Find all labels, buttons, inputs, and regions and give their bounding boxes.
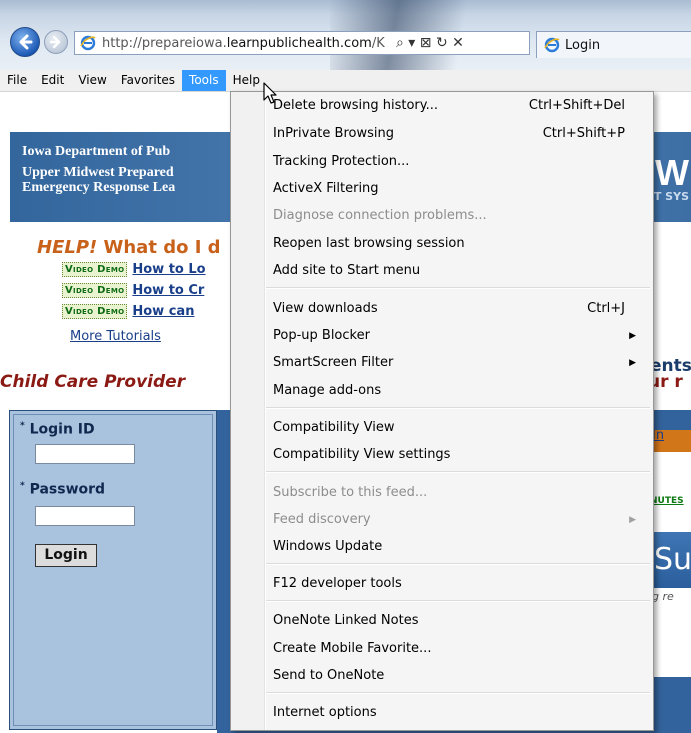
menu-item-delete-browsing-history[interactable]: Delete browsing history... Ctrl+Shift+Del [266,94,653,118]
video-demo-badge[interactable]: Video Demo [62,304,128,319]
menu-item-tracking-protection[interactable]: Tracking Protection... [266,150,653,174]
menu-item-activex-filtering[interactable]: ActiveX Filtering [266,177,653,201]
submenu-arrow-icon: ▶ [629,358,636,368]
address-controls[interactable]: ⌕ ▾ ⊠ ↻ ✕ [396,35,464,51]
forward-button[interactable] [44,30,68,54]
ie-page-icon [80,35,96,51]
demo-link[interactable]: How can [132,304,194,319]
address-url[interactable]: http://prepareiowa.learnpublichealth.com… [102,36,392,51]
menu-item-f12-developer-tools[interactable]: F12 developer tools [266,572,653,596]
password-label: * Password [20,481,106,498]
menubar: File Edit View Favorites Tools Help [0,70,691,92]
back-arrow-icon [19,34,33,50]
menu-item-popup-blocker[interactable]: Pop-up Blocker ▶ [266,324,653,348]
menu-separator [266,471,650,473]
address-bar[interactable]: http://prepareiowa.learnpublichealth.com… [74,31,530,55]
demo-row: Video Demo How to Lo [62,262,206,277]
banner-line-2: Upper Midwest Prepared Emergency Respons… [22,165,176,195]
menu-separator [266,407,650,409]
password-input[interactable] [35,506,135,526]
panel-minutes-link[interactable]: NUTES [650,496,684,506]
menu-help[interactable]: Help [226,70,267,91]
menu-item-add-site-to-start[interactable]: Add site to Start menu [266,259,653,283]
submenu-arrow-icon: ▶ [629,331,636,341]
panel-heading-fragment: ents [650,356,691,376]
menu-item-subscribe-feed: Subscribe to this feed... [273,485,428,500]
menu-item-manage-addons[interactable]: Manage add-ons [266,379,653,403]
menu-favorites[interactable]: Favorites [114,70,182,91]
menu-file[interactable]: File [0,70,34,91]
menu-item-diagnose-connection: Diagnose connection problems... [273,208,487,223]
menu-item-create-mobile-favorite[interactable]: Create Mobile Favorite... [266,637,653,661]
menu-separator [266,692,650,694]
login-form: * Login ID * Password Login [9,410,217,730]
menu-item-view-downloads[interactable]: View downloads Ctrl+J [266,297,653,321]
demo-row: Video Demo How to Cr [62,283,204,298]
login-button[interactable]: Login [35,544,97,567]
video-demo-badge[interactable]: Video Demo [62,262,128,277]
submenu-arrow-icon: ▶ [629,515,636,525]
banner-line-1: Iowa Department of Pub [22,144,171,159]
help-heading: HELP! What do I d [37,237,221,258]
login-id-label: * Login ID [20,421,95,438]
menu-edit[interactable]: Edit [34,70,71,91]
video-demo-badge[interactable]: Video Demo [62,283,128,298]
menu-item-compatibility-view[interactable]: Compatibility View [266,416,653,440]
demo-row: Video Demo How can [62,304,194,319]
menu-item-reopen-last-session[interactable]: Reopen last browsing session [266,232,653,256]
banner-logo-subtext: T SYS [653,190,689,203]
menu-item-inprivate-browsing[interactable]: InPrivate Browsing Ctrl+Shift+P [266,122,653,146]
menu-item-feed-discovery: Feed discovery ▶ [266,508,653,532]
tools-menu: Delete browsing history... Ctrl+Shift+Del… [230,91,654,731]
child-care-provider-heading: Child Care Provider [0,372,186,392]
menu-item-onenote-linked-notes[interactable]: OneNote Linked Notes [266,609,653,633]
back-button[interactable] [10,27,40,57]
menu-tools[interactable]: Tools [182,70,226,91]
demo-link[interactable]: How to Lo [132,262,205,277]
menu-item-smartscreen-filter[interactable]: SmartScreen Filter ▶ [266,351,653,375]
menu-separator [266,287,650,289]
menu-separator [266,600,650,602]
browser-toolbar: http://prepareiowa.learnpublichealth.com… [0,0,691,70]
menu-view[interactable]: View [71,70,113,91]
forward-arrow-icon [49,35,61,49]
tab-title: Login [565,37,601,53]
tab-login[interactable]: Login [536,31,691,58]
menu-item-compatibility-view-settings[interactable]: Compatibility View settings [266,443,653,467]
ie-tab-icon [544,37,560,53]
login-id-input[interactable] [35,444,135,464]
more-tutorials-link[interactable]: More Tutorials [70,329,161,344]
menu-separator [266,563,650,565]
menu-item-send-to-onenote[interactable]: Send to OneNote [266,664,653,688]
mouse-pointer-icon [263,82,277,104]
demo-link[interactable]: How to Cr [132,283,204,298]
menu-item-internet-options[interactable]: Internet options [266,701,653,725]
menu-item-windows-update[interactable]: Windows Update [266,535,653,559]
